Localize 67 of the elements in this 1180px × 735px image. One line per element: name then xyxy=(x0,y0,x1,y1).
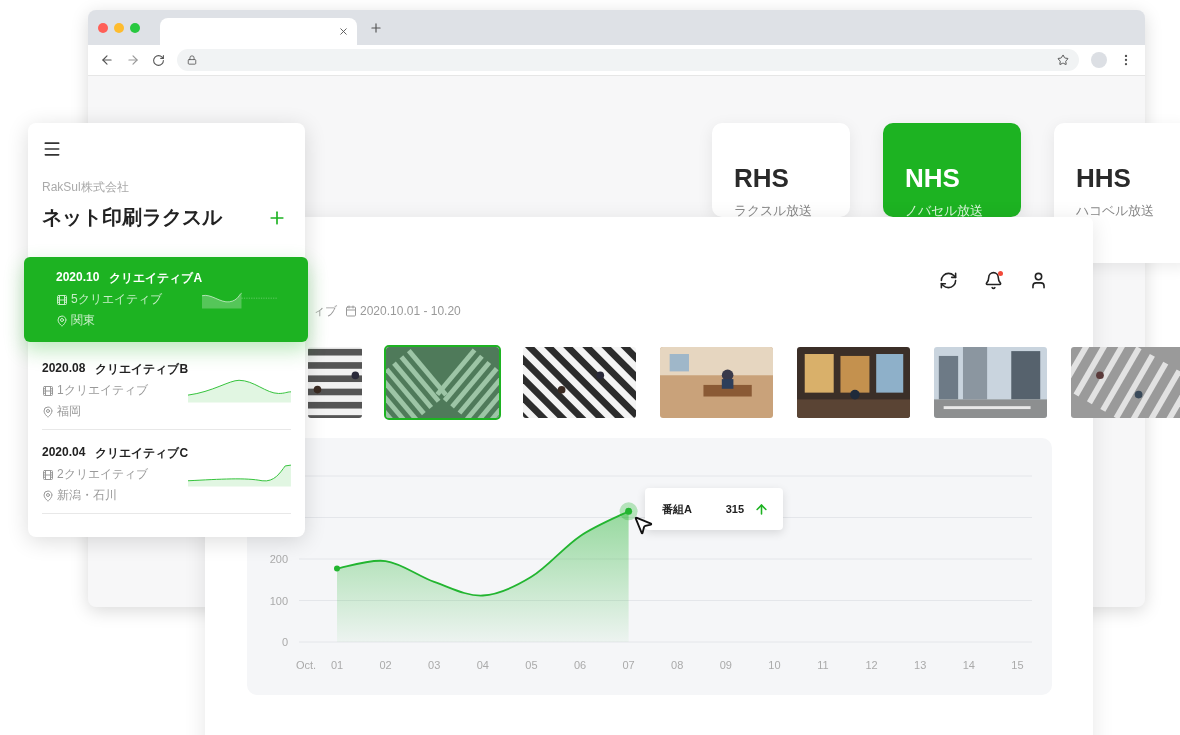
company-name: RakSul株式会社 xyxy=(42,179,130,196)
campaign-item[interactable]: 2020.08 クリエイティブB 1クリエイティブ 福岡 xyxy=(42,346,291,430)
forward-icon[interactable] xyxy=(126,53,140,67)
tooltip-label: 番組A xyxy=(662,501,693,517)
item-period: 2020.08 xyxy=(42,361,86,377)
user-icon[interactable] xyxy=(1029,270,1048,290)
y-tick-label: 200 xyxy=(269,553,288,565)
channel-name: ノバセル放送 xyxy=(905,202,984,220)
item-count: 5クリエイティブ xyxy=(71,291,162,308)
x-tick-label: 04 xyxy=(476,659,489,671)
location-pin-icon xyxy=(42,405,54,418)
film-icon xyxy=(42,468,54,481)
x-tick-label: 03 xyxy=(428,659,441,671)
item-count: 1クリエイティブ xyxy=(57,382,148,399)
refresh-icon[interactable] xyxy=(939,270,958,290)
x-tick-label: 02 xyxy=(379,659,392,671)
date-range: 2020.10.01 - 10.20 xyxy=(360,304,461,318)
star-icon[interactable] xyxy=(1057,54,1069,66)
highlighted-point xyxy=(619,502,638,521)
item-title: クリエイティブB xyxy=(95,361,189,378)
x-tick-label: 12 xyxy=(865,659,878,671)
item-location: 新潟・石川 xyxy=(57,487,117,504)
channel-name: ラクスル放送 xyxy=(734,202,813,220)
item-period: 2020.04 xyxy=(42,445,86,461)
x-tick-label: 06 xyxy=(573,659,587,671)
channel-name: ハコベル放送 xyxy=(1076,202,1155,220)
y-tick-label: 0 xyxy=(281,636,288,648)
item-title: クリエイティブA xyxy=(109,270,203,287)
close-icon[interactable] xyxy=(338,26,349,37)
thumbnail[interactable] xyxy=(306,345,364,420)
reload-icon[interactable] xyxy=(152,53,165,67)
x-tick-label: 11 xyxy=(817,659,829,671)
tooltip-value: 315 xyxy=(725,503,744,515)
item-count: 2クリエイティブ xyxy=(57,466,148,483)
film-icon xyxy=(56,293,68,306)
item-location: 関東 xyxy=(71,312,95,329)
location-pin-icon xyxy=(56,314,68,327)
x-tick-label: 05 xyxy=(525,659,538,671)
x-tick-label: 08 xyxy=(671,659,684,671)
channel-code: RHS xyxy=(734,163,790,194)
menu-icon[interactable] xyxy=(42,139,62,159)
channel-code: HHS xyxy=(1076,163,1132,194)
x-axis-label: Oct. xyxy=(295,659,317,671)
channel-card[interactable]: RHS ラクスル放送 xyxy=(712,123,850,217)
calendar-icon xyxy=(345,305,357,317)
filter-label: ィブ xyxy=(313,302,337,320)
film-icon xyxy=(42,384,54,397)
item-period: 2020.10 xyxy=(56,270,100,286)
x-tick-label: 01 xyxy=(330,659,344,671)
channel-code: NHS xyxy=(905,163,961,194)
y-tick-label: 100 xyxy=(269,594,288,607)
x-tick-label: 09 xyxy=(719,659,732,671)
back-icon[interactable] xyxy=(100,53,114,67)
bell-icon[interactable] xyxy=(984,270,1003,290)
item-title: クリエイティブC xyxy=(95,445,189,462)
x-tick-label: 10 xyxy=(768,659,781,671)
x-tick-label: 07 xyxy=(622,659,635,671)
data-point xyxy=(334,565,340,572)
x-tick-label: 13 xyxy=(914,659,927,671)
lock-icon xyxy=(187,55,197,65)
x-tick-label: 15 xyxy=(1011,659,1024,671)
campaign-item[interactable]: 2020.04 クリエイティブC 2クリエイティブ 新潟・石川 xyxy=(42,430,291,514)
item-location: 福岡 xyxy=(57,403,81,420)
x-tick-label: 14 xyxy=(962,659,975,671)
location-pin-icon xyxy=(42,489,54,502)
sidebar-title: ネット印刷ラクスル xyxy=(42,205,222,230)
channel-card[interactable]: HHS ハコベル放送 xyxy=(1054,123,1180,263)
